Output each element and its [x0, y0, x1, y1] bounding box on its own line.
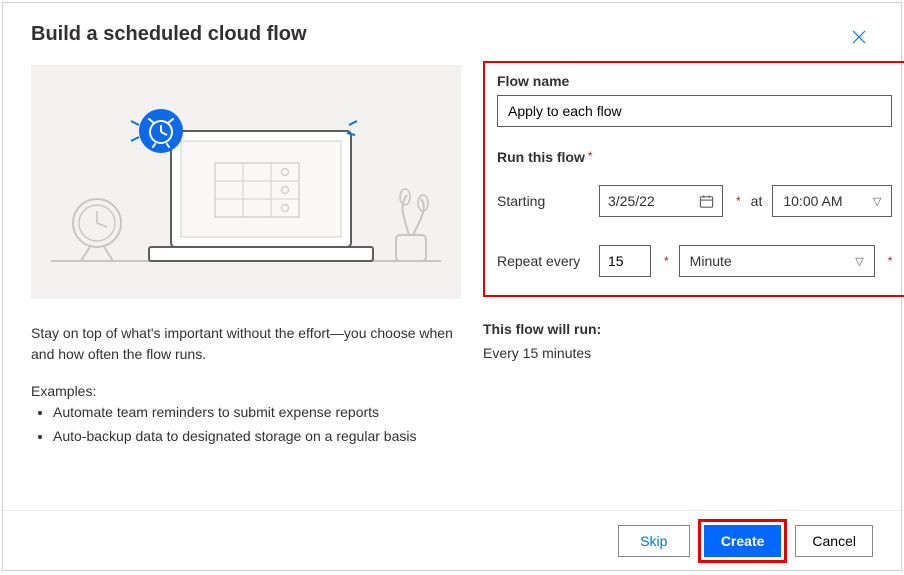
required-asterisk: * [664, 254, 669, 268]
start-date-picker[interactable]: 3/25/22 [599, 185, 723, 217]
right-column: Flow name Run this flow* Starting 3/25/2… [483, 65, 904, 449]
scheduled-flow-illustration [31, 65, 461, 299]
flow-name-input[interactable] [497, 95, 892, 127]
chevron-down-icon: ▽ [855, 255, 863, 268]
create-button[interactable]: Create [704, 525, 782, 557]
start-date-value: 3/25/22 [608, 193, 655, 209]
skip-button[interactable]: Skip [618, 525, 690, 557]
close-icon [851, 29, 867, 45]
run-this-flow-label: Run this flow [497, 149, 585, 165]
required-asterisk: * [888, 254, 893, 268]
start-time-select[interactable]: 10:00 AM ▽ [772, 185, 892, 217]
flow-name-label: Flow name [497, 73, 569, 89]
calendar-icon [699, 194, 714, 209]
example-item: Auto-backup data to designated storage o… [53, 425, 461, 449]
dialog-footer: Skip Create Cancel [3, 510, 901, 570]
cancel-button[interactable]: Cancel [795, 525, 873, 557]
dialog-scheduled-flow: Build a scheduled cloud flow [2, 2, 902, 571]
at-label: at [751, 193, 763, 209]
repeat-unit-select[interactable]: Minute ▽ [679, 245, 875, 277]
start-time-value: 10:00 AM [783, 193, 842, 209]
repeat-interval-input[interactable] [599, 245, 651, 277]
summary-text: Every 15 minutes [483, 345, 904, 361]
left-column: Stay on top of what's important without … [31, 65, 461, 449]
create-button-highlight: Create [698, 519, 788, 563]
chevron-down-icon: ▽ [873, 195, 881, 208]
dialog-title: Build a scheduled cloud flow [31, 23, 307, 46]
starting-label: Starting [497, 193, 589, 209]
dialog-header: Build a scheduled cloud flow [3, 3, 901, 65]
required-asterisk: * [736, 194, 741, 208]
examples-list: Automate team reminders to submit expens… [31, 401, 461, 449]
required-asterisk: * [588, 149, 593, 163]
close-button[interactable] [845, 23, 873, 51]
repeat-label: Repeat every [497, 253, 589, 269]
summary-label: This flow will run: [483, 321, 904, 337]
repeat-unit-value: Minute [690, 253, 732, 269]
examples-label: Examples: [31, 383, 461, 399]
illustration-svg [31, 65, 461, 299]
description-text: Stay on top of what's important without … [31, 323, 461, 365]
example-item: Automate team reminders to submit expens… [53, 401, 461, 425]
form-highlight-region: Flow name Run this flow* Starting 3/25/2… [483, 61, 904, 297]
